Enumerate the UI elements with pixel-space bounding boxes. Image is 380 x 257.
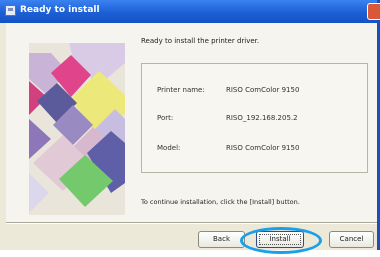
back-button[interactable]: Back — [198, 231, 245, 248]
installer-window: Ready to install Ready to install the pr… — [0, 0, 380, 250]
cancel-button[interactable]: Cancel — [329, 231, 374, 248]
printer-name-label: Printer name: — [157, 86, 205, 94]
installer-app-icon — [5, 5, 16, 16]
port-value: RISO_192.168.205.2 — [226, 114, 298, 122]
window-title: Ready to install — [20, 5, 100, 15]
port-label: Port: — [157, 114, 174, 122]
button-separator — [6, 222, 377, 224]
printer-info-box: Printer name: RISO ComColor 9150 Port: R… — [141, 63, 368, 173]
continue-instruction: To continue installation, click the [Ins… — [141, 198, 300, 206]
model-value: RISO ComColor 9150 — [226, 144, 300, 152]
title-bar[interactable]: Ready to install — [0, 0, 377, 23]
printer-name-value: RISO ComColor 9150 — [226, 86, 300, 94]
install-highlight-circle — [240, 227, 322, 254]
decorative-art-panel — [29, 43, 125, 215]
model-label: Model: — [157, 144, 181, 152]
close-button[interactable] — [367, 3, 380, 20]
diamond-pattern-image — [29, 43, 125, 213]
intro-text: Ready to install the printer driver. — [141, 37, 260, 45]
